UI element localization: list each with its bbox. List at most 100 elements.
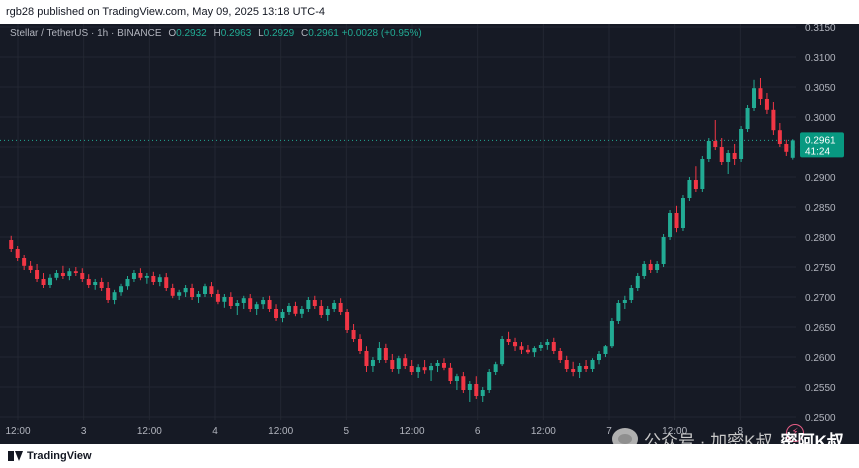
candle-body	[67, 271, 72, 276]
candle-body	[719, 147, 724, 162]
candle-body	[261, 300, 266, 305]
x-tick-label: 12:00	[531, 426, 556, 437]
candle-body	[235, 303, 240, 306]
candle-body	[784, 144, 789, 152]
candle-body	[390, 360, 395, 369]
y-tick-label: 0.3150	[805, 24, 836, 34]
tradingview-logo-icon	[8, 451, 23, 461]
candle-body	[9, 240, 14, 249]
candle-body	[228, 297, 233, 306]
candle-body	[577, 366, 582, 372]
candle-body	[396, 358, 401, 369]
close-value: 0.2961	[308, 28, 339, 39]
candle-body	[732, 153, 737, 159]
candle-body	[564, 360, 569, 369]
candle-body	[325, 309, 330, 315]
candle-body	[622, 300, 627, 303]
x-tick-label: 12:00	[137, 426, 162, 437]
candle-body	[467, 384, 472, 390]
candle-body	[616, 303, 621, 321]
candle-body	[35, 270, 40, 279]
candle-body	[519, 346, 524, 350]
candle-body	[319, 306, 324, 315]
candle-body	[190, 288, 195, 297]
candle-body	[241, 298, 246, 303]
open-label: O	[168, 28, 177, 39]
candle-body	[687, 180, 692, 198]
change-value: +0.0028 (+0.95%)	[341, 28, 422, 39]
candle-body	[584, 366, 589, 369]
tradingview-logo[interactable]: TradingView	[8, 450, 92, 462]
candle-body	[454, 376, 459, 381]
candle-body	[558, 351, 563, 360]
symbol-name: Stellar / TetherUS · 1h · BINANCE	[10, 28, 162, 39]
candle-body	[383, 348, 388, 360]
candle-body	[642, 264, 647, 276]
candle-body	[680, 198, 685, 228]
candle-body	[513, 342, 518, 347]
footer-bar: TradingView	[0, 444, 859, 468]
y-tick-label: 0.2550	[805, 383, 836, 394]
low-value: 0.2929	[263, 28, 295, 39]
candle-body	[177, 292, 182, 296]
candle-body	[532, 348, 537, 353]
candle-body	[138, 273, 143, 278]
y-tick-label: 0.3050	[805, 83, 836, 94]
candle-body	[47, 277, 52, 285]
chart-area[interactable]: 0.31500.31000.30500.30000.29500.29000.28…	[0, 24, 859, 444]
candlestick-chart[interactable]: 0.31500.31000.30500.30000.29500.29000.28…	[0, 24, 859, 444]
candle-body	[674, 213, 679, 228]
candle-body	[93, 282, 98, 285]
candle-body	[661, 237, 666, 264]
y-tick-label: 0.2850	[805, 203, 836, 214]
candle-body	[635, 276, 640, 288]
candle-body	[345, 312, 350, 330]
candle-body	[202, 286, 208, 294]
x-tick-label: 12:00	[268, 426, 293, 437]
y-tick-label: 0.2800	[805, 233, 836, 244]
candle-body	[157, 277, 162, 282]
candle-body	[338, 303, 343, 312]
candle-body	[596, 354, 602, 360]
price-tag-countdown: 41:24	[805, 146, 830, 157]
candle-body	[648, 264, 653, 270]
candle-body	[254, 304, 259, 309]
candle-body	[764, 99, 769, 110]
candle-body	[144, 276, 149, 278]
candle-body	[506, 339, 511, 342]
candle-body	[60, 273, 65, 276]
y-tick-label: 0.2650	[805, 323, 836, 334]
candle-body	[22, 258, 27, 266]
candle-body	[422, 367, 427, 371]
x-tick-label: 5	[344, 426, 350, 437]
candle-body	[119, 286, 124, 293]
candle-body	[771, 109, 776, 131]
candle-body	[332, 303, 337, 309]
candle-body	[693, 180, 698, 189]
candle-body	[267, 300, 272, 309]
y-tick-label: 0.2700	[805, 293, 836, 304]
candle-body	[668, 213, 673, 237]
candle-body	[655, 264, 660, 270]
candle-body	[590, 360, 595, 369]
candle-body	[80, 273, 85, 279]
candle-body	[777, 130, 782, 144]
candle-body	[170, 288, 175, 296]
candle-body	[299, 309, 304, 314]
candle-body	[209, 286, 214, 294]
candle-body	[487, 372, 492, 390]
candle-body	[403, 358, 408, 366]
candle-body	[790, 140, 795, 158]
candle-body	[448, 367, 453, 381]
candle-body	[131, 273, 136, 279]
x-tick-label: 12:00	[399, 426, 424, 437]
candle-body	[28, 265, 33, 270]
candle-body	[125, 279, 130, 287]
candle-body	[739, 129, 744, 159]
candle-body	[726, 153, 731, 162]
candle-body	[545, 342, 550, 345]
y-tick-label: 0.3100	[805, 53, 836, 64]
candle-body	[493, 364, 498, 372]
price-tag-value: 0.2961	[805, 135, 836, 146]
x-tick-label: 3	[81, 426, 87, 437]
